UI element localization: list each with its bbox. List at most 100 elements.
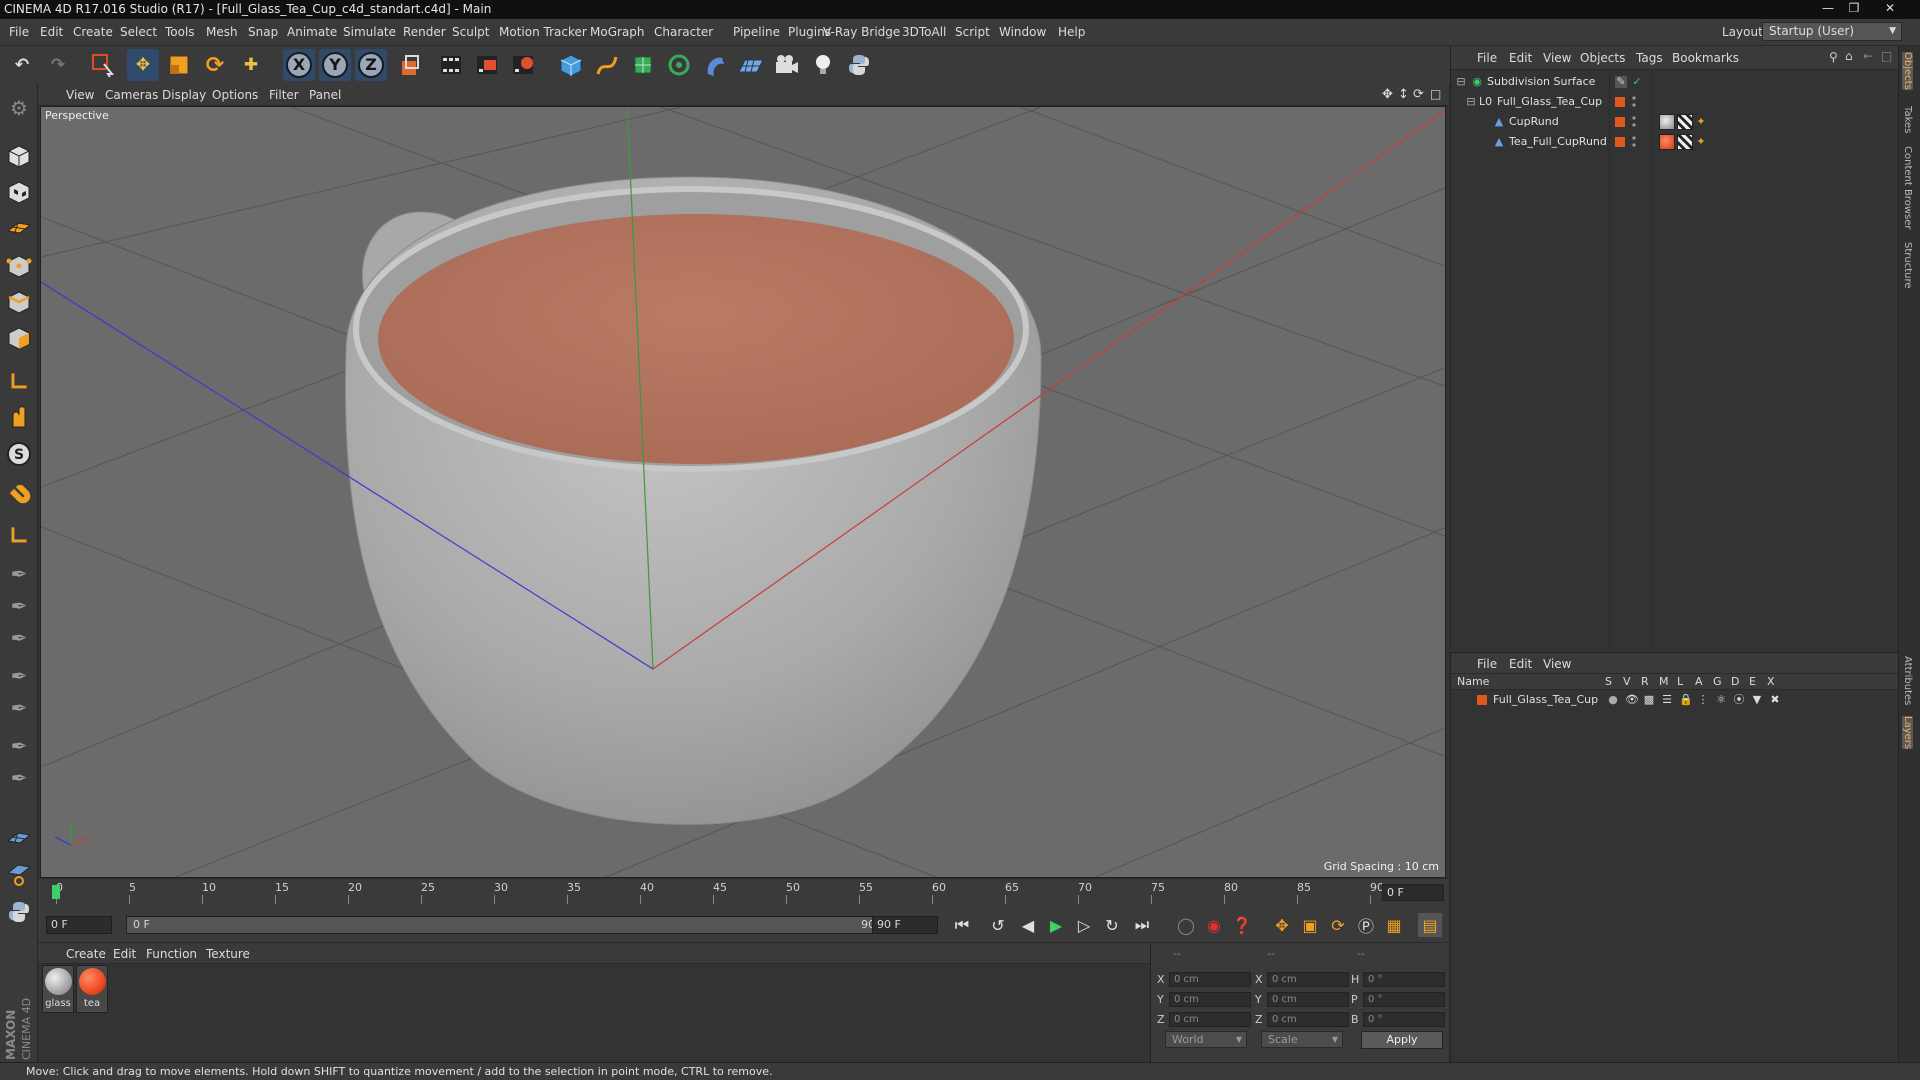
timeline-ruler[interactable]: 0 5 10 15 20 25 30 35 40 45 50 55 60 65 … <box>38 878 1448 908</box>
tab-layers[interactable]: Layers <box>1902 716 1913 750</box>
size-x-field[interactable]: 0 cm <box>1267 972 1349 987</box>
key-position-icon[interactable]: ✥ <box>1270 913 1294 937</box>
uvw-tag-icon[interactable] <box>1677 114 1693 130</box>
tab-content-browser[interactable]: Content Browser <box>1902 146 1913 229</box>
viewport-menu-panel[interactable]: Panel <box>309 88 341 102</box>
last-tool-icon[interactable]: ✚ <box>235 49 267 81</box>
model-mode-icon[interactable] <box>3 140 35 172</box>
column-header-m[interactable]: M <box>1659 675 1669 688</box>
object-name[interactable]: Tea_Full_CupRund <box>1509 132 1607 152</box>
menu-snap[interactable]: Snap <box>248 25 278 39</box>
enabled-check-icon[interactable]: ✓ <box>1631 76 1643 88</box>
render-picture-viewer-icon[interactable] <box>471 49 503 81</box>
x-axis-icon[interactable]: X <box>283 49 315 81</box>
visibility-dots-icon[interactable] <box>1632 95 1636 109</box>
menu-select[interactable]: Select <box>120 25 157 39</box>
om-menu-view[interactable]: View <box>1543 51 1571 65</box>
glass-material-tag-icon[interactable] <box>1659 114 1675 130</box>
menu-window[interactable]: Window <box>999 25 1046 39</box>
timeline-window-icon[interactable]: ▤ <box>1418 913 1442 937</box>
cube-icon[interactable] <box>555 49 587 81</box>
next-frame-icon[interactable]: ▷ <box>1072 913 1096 937</box>
close-icon[interactable]: ✕ <box>1870 1 1910 16</box>
rotate-icon[interactable]: ⟳ <box>199 49 231 81</box>
zoom-view-icon[interactable]: ↕ <box>1398 87 1409 102</box>
go-to-start-icon[interactable]: ⏮ <box>950 913 974 937</box>
layer-color-swatch[interactable] <box>1615 97 1625 107</box>
object-row[interactable]: ⊟ L0 Full_Glass_Tea_Cup <box>1451 92 1899 112</box>
scale-icon[interactable] <box>163 49 195 81</box>
menu-file[interactable]: File <box>9 25 29 39</box>
viewport-menu-view[interactable]: View <box>66 88 94 102</box>
object-row[interactable]: ▲ Tea_Full_CupRund ✦ <box>1451 132 1899 152</box>
collapse-icon[interactable]: ⊟ <box>1455 76 1467 88</box>
key-parameter-icon[interactable]: Ⓟ <box>1354 913 1378 937</box>
previous-frame-icon[interactable]: ◀ <box>1016 913 1040 937</box>
pen-spline-icon[interactable] <box>591 49 623 81</box>
next-key-icon[interactable]: ↻ <box>1100 913 1124 937</box>
menu-animate[interactable]: Animate <box>287 25 337 39</box>
edges-mode-icon[interactable] <box>3 286 35 318</box>
size-z-field[interactable]: 0 cm <box>1267 1012 1349 1027</box>
visibility-dots-icon[interactable] <box>1632 135 1636 149</box>
coordinate-mode-dropdown[interactable]: Scale ▼ <box>1261 1031 1343 1048</box>
new-view-icon[interactable]: □ <box>1881 49 1892 63</box>
menu-vray-bridge[interactable]: V-Ray Bridge <box>823 25 900 39</box>
texture-mode-icon[interactable] <box>3 176 35 208</box>
grid-snap-icon[interactable] <box>3 822 35 854</box>
key-rotation-icon[interactable]: ⟳ <box>1326 913 1350 937</box>
record-keys-icon[interactable]: ◯ <box>1174 913 1198 937</box>
object-row[interactable]: ⊟ ◉ Subdivision Surface ✎ ✓ <box>1451 72 1899 92</box>
object-name[interactable]: Subdivision Surface <box>1487 72 1595 92</box>
menu-sculpt[interactable]: Sculpt <box>452 25 489 39</box>
tab-structure[interactable]: Structure <box>1902 242 1913 289</box>
render-view-icon[interactable] <box>435 49 467 81</box>
visibility-dots-icon[interactable] <box>1632 115 1636 129</box>
om-menu-file[interactable]: File <box>1477 51 1497 65</box>
om-menu-bookmarks[interactable]: Bookmarks <box>1672 51 1739 65</box>
subdivision-icon[interactable] <box>627 49 659 81</box>
menu-help[interactable]: Help <box>1058 25 1085 39</box>
tab-attributes[interactable]: Attributes <box>1902 656 1913 705</box>
xrefs-icon[interactable]: ✖ <box>1769 694 1781 706</box>
menu-script[interactable]: Script <box>955 25 990 39</box>
position-x-field[interactable]: 0 cm <box>1169 972 1251 987</box>
column-header-d[interactable]: D <box>1731 675 1739 688</box>
sculpt-flatten-icon[interactable]: ✒ <box>3 660 35 692</box>
menu-mograph[interactable]: MoGraph <box>590 25 645 39</box>
column-header-v[interactable]: V <box>1623 675 1631 688</box>
magnet-icon[interactable] <box>3 482 35 514</box>
pan-view-icon[interactable]: ✥ <box>1382 87 1393 102</box>
move-icon[interactable]: ✥ <box>127 49 159 81</box>
editor-visibility-icon[interactable]: ✎ <box>1615 76 1627 88</box>
position-y-field[interactable]: 0 cm <box>1169 992 1251 1007</box>
python-icon[interactable] <box>843 49 875 81</box>
edit-render-settings-icon[interactable] <box>507 49 539 81</box>
home-icon[interactable]: ⌂ <box>1845 49 1853 63</box>
menu-mesh[interactable]: Mesh <box>206 25 238 39</box>
rotation-h-field[interactable]: 0 ° <box>1363 972 1445 987</box>
layout-dropdown[interactable]: Startup (User) ▼ <box>1762 22 1902 41</box>
playhead-marker[interactable] <box>52 885 60 899</box>
deformers-icon[interactable]: ⦿ <box>1733 694 1745 706</box>
floor-icon[interactable] <box>735 49 767 81</box>
apply-button[interactable]: Apply <box>1361 1031 1443 1049</box>
material-menu-function[interactable]: Function <box>146 947 197 961</box>
rotate-view-icon[interactable]: ⟳ <box>1413 87 1424 102</box>
rotation-b-field[interactable]: 0 ° <box>1363 1012 1445 1027</box>
sculpt-brush-icon[interactable]: ✒ <box>3 558 35 590</box>
menu-simulate[interactable]: Simulate <box>343 25 396 39</box>
lm-menu-edit[interactable]: Edit <box>1509 657 1532 671</box>
manager-icon[interactable]: ☰ <box>1661 694 1673 706</box>
perspective-viewport[interactable]: Perspective Grid Spacing : 10 cm <box>40 106 1446 878</box>
grid-lock-icon[interactable] <box>3 858 35 890</box>
menu-3dtoall[interactable]: 3DToAll <box>902 25 946 39</box>
restore-icon[interactable]: ❐ <box>1842 1 1866 16</box>
object-name[interactable]: CupRund <box>1509 112 1559 132</box>
material-menu-edit[interactable]: Edit <box>113 947 136 961</box>
minimize-icon[interactable]: — <box>1816 1 1840 16</box>
viewport-menu-options[interactable]: Options <box>212 88 258 102</box>
lock-icon[interactable]: 🔒 <box>1679 694 1693 706</box>
current-frame-field[interactable]: 0 F <box>1382 884 1444 901</box>
menu-character[interactable]: Character <box>654 25 713 39</box>
